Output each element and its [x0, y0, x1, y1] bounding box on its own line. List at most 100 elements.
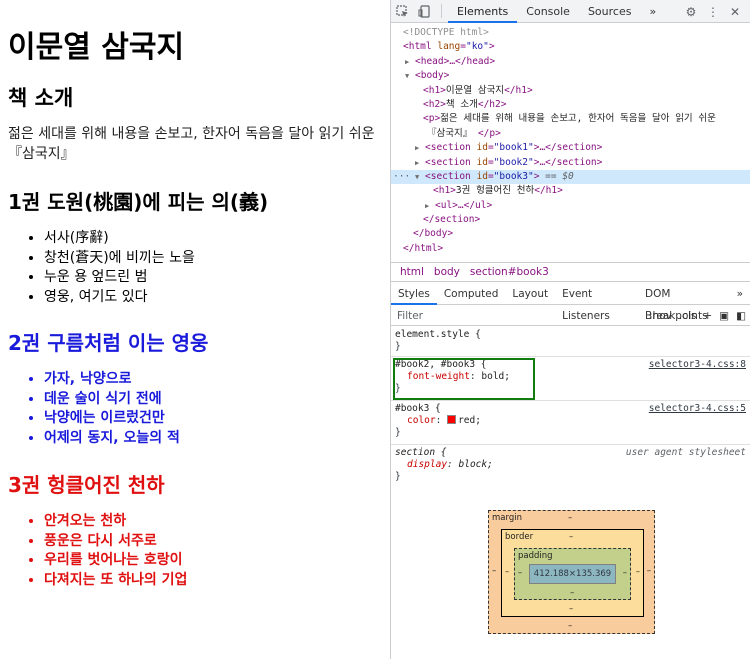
dom-body-close[interactable]: </body> — [391, 227, 750, 241]
rule-element-style: element.style { } — [391, 327, 750, 357]
padding-label: padding — [518, 551, 553, 561]
margin-left-value: – — [492, 566, 497, 576]
css-property: display — [407, 458, 448, 470]
rule-selector[interactable]: element.style { — [395, 329, 746, 341]
user-agent-label: user agent stylesheet — [625, 447, 746, 458]
rule-selector[interactable]: #book3 { — [395, 403, 441, 414]
box-model-content-size[interactable]: 412.188×135.369 — [529, 564, 616, 584]
box-model-border[interactable]: border – – – – padding – – – 412.188×135… — [501, 529, 644, 617]
dom-section-book3-selected[interactable]: ··· ▼ <section id="book3"> == $0 — [391, 169, 750, 185]
breadcrumb-html[interactable]: html — [395, 266, 429, 278]
dom-book3-h1[interactable]: <h1>3권 헝클어진 천하</h1> — [391, 184, 750, 198]
stylesheet-link[interactable]: selector3-4.css:8 — [649, 359, 746, 371]
stylesheet-link[interactable]: selector3-4.css:5 — [649, 403, 746, 415]
border-bottom-value: – — [569, 604, 574, 614]
dom-doctype[interactable]: <!DOCTYPE html> — [391, 26, 750, 40]
margin-right-value: – — [646, 566, 651, 576]
list-item: 서사(序辭) — [44, 229, 195, 249]
border-label: border — [505, 532, 534, 542]
book3-heading: 3권 헝클어진 천하 — [8, 473, 165, 497]
color-swatch[interactable] — [447, 414, 457, 424]
sidebar-toggle-icon[interactable]: ◧ — [736, 310, 746, 322]
more-tabs-chevron[interactable]: » — [730, 283, 750, 305]
more-vert-icon[interactable]: ⋮ — [702, 0, 724, 23]
collapse-triangle-icon[interactable]: ▼ — [405, 69, 415, 83]
dom-head[interactable]: ▶ <head>…</head> — [391, 55, 750, 69]
dom-p-cont[interactable]: 『삼국지』 </p> — [391, 127, 750, 141]
tab-console[interactable]: Console — [517, 0, 579, 23]
dom-p[interactable]: <p>젊은 세대를 위해 내용을 손보고, 한자어 독음을 달아 읽기 쉬운 — [391, 112, 750, 126]
css-value: block; — [458, 458, 493, 470]
dom-h1[interactable]: <h1>이문열 삼국지</h1> — [391, 84, 750, 98]
margin-bottom-value: – — [568, 621, 573, 631]
styles-tab-bar: Styles Computed Layout Event Listeners D… — [391, 283, 750, 322]
class-toggle[interactable]: .cls — [679, 310, 697, 322]
book3-list: 안겨오는 천하 풍운은 다시 서주로 우리를 벗어나는 호랑이 다져지는 또 하… — [44, 512, 187, 590]
collapse-triangle-icon[interactable]: ▼ — [415, 170, 425, 184]
rule-book3: #book3 {selector3-4.css:5 color: red; } — [391, 401, 750, 445]
list-item: 낙양에는 이르렀건만 — [44, 409, 180, 429]
list-item: 다져지는 또 하나의 기업 — [44, 571, 187, 591]
rule-selector: section { — [395, 447, 447, 458]
expand-triangle-icon[interactable]: ▶ — [415, 141, 425, 155]
settings-gear-icon[interactable]: ⚙ — [680, 0, 702, 23]
inspect-icon[interactable] — [391, 0, 413, 23]
computed-styles-icon[interactable]: ▣ — [719, 310, 729, 322]
tab-dom-breakpoints[interactable]: DOM Breakpoints — [638, 283, 730, 322]
list-item: 창천(蒼天)에 비끼는 노을 — [44, 249, 195, 269]
breadcrumb-body[interactable]: body — [429, 266, 465, 278]
dom-section-book2[interactable]: ▶ <section id="book2">…</section> — [391, 156, 750, 170]
more-tabs-chevron[interactable]: » — [640, 0, 665, 23]
list-item: 영웅, 여기도 있다 — [44, 288, 195, 308]
dom-html-close[interactable]: </html> — [391, 242, 750, 256]
tab-event-listeners[interactable]: Event Listeners — [555, 283, 638, 322]
intro-paragraph: 젊은 세대를 위해 내용을 손보고, 한자어 독음을 달아 읽기 쉬운『삼국지』 — [8, 126, 375, 162]
margin-label: margin — [492, 513, 522, 523]
more-dots-icon[interactable]: ··· — [393, 170, 410, 184]
page-title: 이문열 삼국지 — [8, 30, 185, 65]
border-left-value: – — [505, 567, 510, 577]
expand-triangle-icon[interactable]: ▶ — [415, 156, 425, 170]
device-toolbar-icon[interactable] — [413, 0, 435, 23]
css-property[interactable]: color — [407, 415, 436, 426]
dom-h2[interactable]: <h2>책 소개</h2> — [391, 98, 750, 112]
rule-close: } — [395, 470, 401, 482]
margin-top-value: – — [568, 513, 573, 523]
list-item: 누운 용 엎드린 범 — [44, 268, 195, 288]
filter-input[interactable]: Filter — [397, 310, 423, 322]
styles-filter-bar: Filter :hov .cls + ▣ ◧ — [391, 306, 750, 326]
toolbar-divider — [441, 4, 442, 18]
border-top-value: – — [569, 532, 574, 542]
rendered-page: 이문열 삼국지 책 소개 젊은 세대를 위해 내용을 손보고, 한자어 독음을 … — [0, 0, 390, 659]
expand-triangle-icon[interactable]: ▶ — [405, 55, 415, 69]
book2-list: 가자, 낙양으로 데운 술이 식기 전에 낙양에는 이르렀건만 어제의 동지, … — [44, 370, 180, 448]
rule-section-ua: section {user agent stylesheet display: … — [395, 447, 746, 482]
tab-layout[interactable]: Layout — [505, 283, 555, 305]
hover-state-toggle[interactable]: :hov — [649, 310, 672, 322]
tab-styles[interactable]: Styles — [391, 283, 437, 305]
padding-bottom-value: – — [570, 588, 575, 598]
close-icon[interactable]: ✕ — [724, 0, 746, 23]
expand-triangle-icon[interactable]: ▶ — [425, 199, 435, 213]
list-item: 우리를 벗어나는 호랑이 — [44, 551, 187, 571]
dom-body-open[interactable]: ▼ <body> — [391, 69, 750, 83]
padding-right-value: – — [622, 568, 627, 578]
list-item: 어제의 동지, 오늘의 적 — [44, 429, 180, 449]
highlight-box — [393, 358, 535, 400]
tab-computed[interactable]: Computed — [437, 283, 506, 305]
dom-book3-ul[interactable]: ▶ <ul>…</ul> — [391, 199, 750, 213]
dom-html-open[interactable]: <html lang="ko"> — [391, 40, 750, 54]
list-item: 데운 술이 식기 전에 — [44, 390, 180, 410]
breadcrumb-section-book3[interactable]: section#book3 — [465, 266, 554, 278]
dom-section-close[interactable]: </section> — [391, 213, 750, 227]
book1-heading: 1권 도원(桃園)에 피는 의(義) — [8, 190, 269, 214]
rule-close: } — [395, 340, 401, 352]
box-model-padding[interactable]: padding – – – 412.188×135.369 — [514, 548, 631, 600]
tab-sources[interactable]: Sources — [579, 0, 641, 23]
list-item: 가자, 낙양으로 — [44, 370, 180, 390]
css-value[interactable]: red; — [458, 415, 481, 426]
new-rule-button[interactable]: + — [703, 310, 712, 322]
box-model-margin[interactable]: margin – – – – border – – – – padding – … — [488, 510, 655, 634]
dom-section-book1[interactable]: ▶ <section id="book1">…</section> — [391, 141, 750, 155]
tab-elements[interactable]: Elements — [448, 0, 518, 23]
